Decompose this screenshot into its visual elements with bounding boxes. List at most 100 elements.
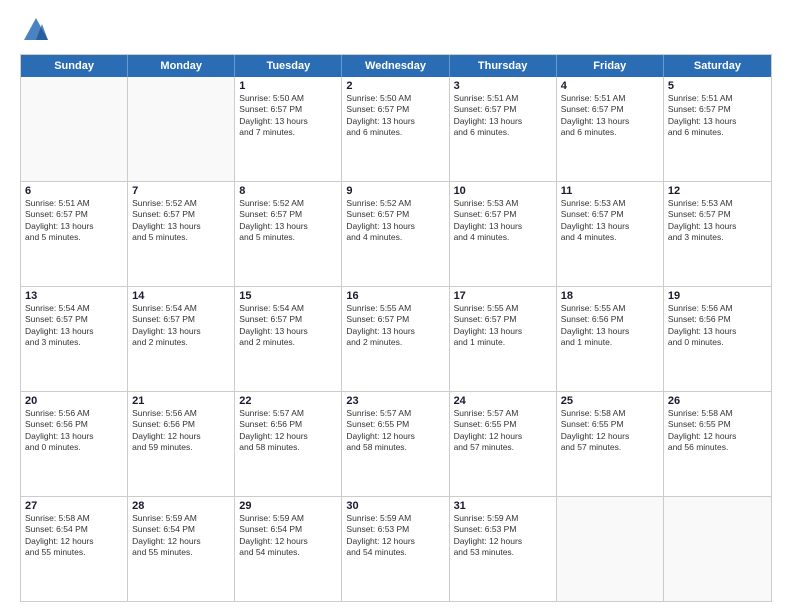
cell-info: Sunrise: 5:58 AM Sunset: 6:54 PM Dayligh… xyxy=(25,513,123,559)
header-day-thursday: Thursday xyxy=(450,55,557,77)
calendar-cell: 29Sunrise: 5:59 AM Sunset: 6:54 PM Dayli… xyxy=(235,497,342,601)
calendar-cell xyxy=(664,497,771,601)
calendar-cell: 27Sunrise: 5:58 AM Sunset: 6:54 PM Dayli… xyxy=(21,497,128,601)
day-number: 22 xyxy=(239,395,337,407)
calendar-cell: 16Sunrise: 5:55 AM Sunset: 6:57 PM Dayli… xyxy=(342,287,449,391)
calendar-header: SundayMondayTuesdayWednesdayThursdayFrid… xyxy=(21,55,771,77)
calendar-cell: 15Sunrise: 5:54 AM Sunset: 6:57 PM Dayli… xyxy=(235,287,342,391)
calendar-cell: 6Sunrise: 5:51 AM Sunset: 6:57 PM Daylig… xyxy=(21,182,128,286)
calendar-cell: 14Sunrise: 5:54 AM Sunset: 6:57 PM Dayli… xyxy=(128,287,235,391)
calendar: SundayMondayTuesdayWednesdayThursdayFrid… xyxy=(20,54,772,602)
calendar-cell: 24Sunrise: 5:57 AM Sunset: 6:55 PM Dayli… xyxy=(450,392,557,496)
cell-info: Sunrise: 5:51 AM Sunset: 6:57 PM Dayligh… xyxy=(25,198,123,244)
calendar-cell: 11Sunrise: 5:53 AM Sunset: 6:57 PM Dayli… xyxy=(557,182,664,286)
day-number: 26 xyxy=(668,395,767,407)
cell-info: Sunrise: 5:53 AM Sunset: 6:57 PM Dayligh… xyxy=(454,198,552,244)
day-number: 8 xyxy=(239,185,337,197)
day-number: 30 xyxy=(346,500,444,512)
calendar-cell: 21Sunrise: 5:56 AM Sunset: 6:56 PM Dayli… xyxy=(128,392,235,496)
day-number: 16 xyxy=(346,290,444,302)
calendar-cell: 13Sunrise: 5:54 AM Sunset: 6:57 PM Dayli… xyxy=(21,287,128,391)
page: SundayMondayTuesdayWednesdayThursdayFrid… xyxy=(0,0,792,612)
calendar-row-3: 13Sunrise: 5:54 AM Sunset: 6:57 PM Dayli… xyxy=(21,287,771,392)
cell-info: Sunrise: 5:51 AM Sunset: 6:57 PM Dayligh… xyxy=(668,93,767,139)
day-number: 20 xyxy=(25,395,123,407)
cell-info: Sunrise: 5:54 AM Sunset: 6:57 PM Dayligh… xyxy=(132,303,230,349)
header-day-friday: Friday xyxy=(557,55,664,77)
calendar-row-5: 27Sunrise: 5:58 AM Sunset: 6:54 PM Dayli… xyxy=(21,497,771,601)
calendar-cell: 5Sunrise: 5:51 AM Sunset: 6:57 PM Daylig… xyxy=(664,77,771,181)
calendar-cell: 18Sunrise: 5:55 AM Sunset: 6:56 PM Dayli… xyxy=(557,287,664,391)
calendar-cell xyxy=(557,497,664,601)
header xyxy=(20,16,772,44)
cell-info: Sunrise: 5:57 AM Sunset: 6:56 PM Dayligh… xyxy=(239,408,337,454)
calendar-cell: 25Sunrise: 5:58 AM Sunset: 6:55 PM Dayli… xyxy=(557,392,664,496)
calendar-cell: 10Sunrise: 5:53 AM Sunset: 6:57 PM Dayli… xyxy=(450,182,557,286)
cell-info: Sunrise: 5:56 AM Sunset: 6:56 PM Dayligh… xyxy=(25,408,123,454)
day-number: 12 xyxy=(668,185,767,197)
day-number: 24 xyxy=(454,395,552,407)
cell-info: Sunrise: 5:50 AM Sunset: 6:57 PM Dayligh… xyxy=(346,93,444,139)
cell-info: Sunrise: 5:58 AM Sunset: 6:55 PM Dayligh… xyxy=(561,408,659,454)
cell-info: Sunrise: 5:50 AM Sunset: 6:57 PM Dayligh… xyxy=(239,93,337,139)
cell-info: Sunrise: 5:52 AM Sunset: 6:57 PM Dayligh… xyxy=(132,198,230,244)
cell-info: Sunrise: 5:56 AM Sunset: 6:56 PM Dayligh… xyxy=(132,408,230,454)
cell-info: Sunrise: 5:59 AM Sunset: 6:54 PM Dayligh… xyxy=(132,513,230,559)
header-day-tuesday: Tuesday xyxy=(235,55,342,77)
day-number: 18 xyxy=(561,290,659,302)
day-number: 19 xyxy=(668,290,767,302)
cell-info: Sunrise: 5:55 AM Sunset: 6:56 PM Dayligh… xyxy=(561,303,659,349)
calendar-cell: 17Sunrise: 5:55 AM Sunset: 6:57 PM Dayli… xyxy=(450,287,557,391)
cell-info: Sunrise: 5:59 AM Sunset: 6:53 PM Dayligh… xyxy=(346,513,444,559)
day-number: 7 xyxy=(132,185,230,197)
calendar-row-4: 20Sunrise: 5:56 AM Sunset: 6:56 PM Dayli… xyxy=(21,392,771,497)
day-number: 29 xyxy=(239,500,337,512)
cell-info: Sunrise: 5:52 AM Sunset: 6:57 PM Dayligh… xyxy=(239,198,337,244)
day-number: 10 xyxy=(454,185,552,197)
logo-icon xyxy=(22,16,50,44)
calendar-cell: 2Sunrise: 5:50 AM Sunset: 6:57 PM Daylig… xyxy=(342,77,449,181)
day-number: 28 xyxy=(132,500,230,512)
cell-info: Sunrise: 5:54 AM Sunset: 6:57 PM Dayligh… xyxy=(239,303,337,349)
calendar-cell: 26Sunrise: 5:58 AM Sunset: 6:55 PM Dayli… xyxy=(664,392,771,496)
day-number: 6 xyxy=(25,185,123,197)
calendar-cell xyxy=(128,77,235,181)
logo xyxy=(20,16,50,44)
calendar-cell: 4Sunrise: 5:51 AM Sunset: 6:57 PM Daylig… xyxy=(557,77,664,181)
day-number: 21 xyxy=(132,395,230,407)
cell-info: Sunrise: 5:54 AM Sunset: 6:57 PM Dayligh… xyxy=(25,303,123,349)
cell-info: Sunrise: 5:53 AM Sunset: 6:57 PM Dayligh… xyxy=(561,198,659,244)
cell-info: Sunrise: 5:53 AM Sunset: 6:57 PM Dayligh… xyxy=(668,198,767,244)
cell-info: Sunrise: 5:51 AM Sunset: 6:57 PM Dayligh… xyxy=(454,93,552,139)
header-day-saturday: Saturday xyxy=(664,55,771,77)
header-day-wednesday: Wednesday xyxy=(342,55,449,77)
day-number: 1 xyxy=(239,80,337,92)
day-number: 5 xyxy=(668,80,767,92)
day-number: 14 xyxy=(132,290,230,302)
calendar-cell: 22Sunrise: 5:57 AM Sunset: 6:56 PM Dayli… xyxy=(235,392,342,496)
calendar-cell: 9Sunrise: 5:52 AM Sunset: 6:57 PM Daylig… xyxy=(342,182,449,286)
day-number: 31 xyxy=(454,500,552,512)
calendar-cell: 1Sunrise: 5:50 AM Sunset: 6:57 PM Daylig… xyxy=(235,77,342,181)
calendar-cell: 20Sunrise: 5:56 AM Sunset: 6:56 PM Dayli… xyxy=(21,392,128,496)
day-number: 23 xyxy=(346,395,444,407)
day-number: 9 xyxy=(346,185,444,197)
calendar-cell: 7Sunrise: 5:52 AM Sunset: 6:57 PM Daylig… xyxy=(128,182,235,286)
cell-info: Sunrise: 5:58 AM Sunset: 6:55 PM Dayligh… xyxy=(668,408,767,454)
cell-info: Sunrise: 5:57 AM Sunset: 6:55 PM Dayligh… xyxy=(454,408,552,454)
day-number: 27 xyxy=(25,500,123,512)
calendar-cell: 3Sunrise: 5:51 AM Sunset: 6:57 PM Daylig… xyxy=(450,77,557,181)
day-number: 15 xyxy=(239,290,337,302)
cell-info: Sunrise: 5:51 AM Sunset: 6:57 PM Dayligh… xyxy=(561,93,659,139)
calendar-body: 1Sunrise: 5:50 AM Sunset: 6:57 PM Daylig… xyxy=(21,77,771,601)
calendar-cell xyxy=(21,77,128,181)
cell-info: Sunrise: 5:55 AM Sunset: 6:57 PM Dayligh… xyxy=(346,303,444,349)
calendar-cell: 23Sunrise: 5:57 AM Sunset: 6:55 PM Dayli… xyxy=(342,392,449,496)
header-day-monday: Monday xyxy=(128,55,235,77)
calendar-cell: 12Sunrise: 5:53 AM Sunset: 6:57 PM Dayli… xyxy=(664,182,771,286)
day-number: 25 xyxy=(561,395,659,407)
cell-info: Sunrise: 5:56 AM Sunset: 6:56 PM Dayligh… xyxy=(668,303,767,349)
day-number: 17 xyxy=(454,290,552,302)
calendar-cell: 28Sunrise: 5:59 AM Sunset: 6:54 PM Dayli… xyxy=(128,497,235,601)
calendar-cell: 30Sunrise: 5:59 AM Sunset: 6:53 PM Dayli… xyxy=(342,497,449,601)
